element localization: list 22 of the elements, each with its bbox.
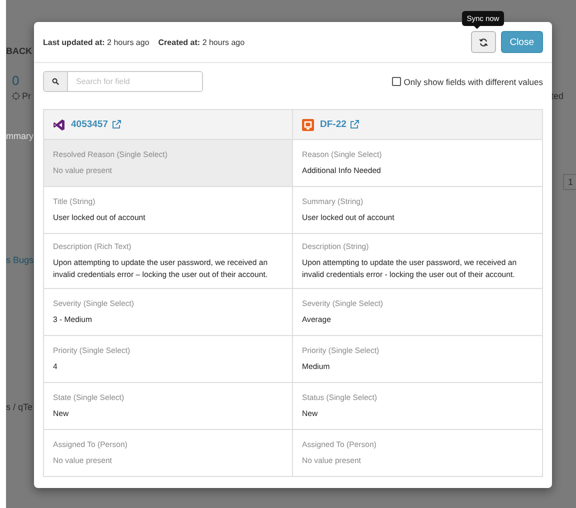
background-text: s / qTe [6, 402, 33, 412]
checkbox-label: Only show fields with different values [404, 76, 543, 86]
external-link-icon [350, 120, 360, 129]
square-logo-icon [302, 118, 314, 130]
background-text: BACK [6, 46, 32, 56]
background-text: 0 [12, 73, 20, 88]
refresh-icon [478, 38, 488, 46]
close-button[interactable]: Close [500, 31, 543, 53]
background-text: mmary [6, 131, 34, 141]
spinner-icon [12, 92, 20, 100]
background-text: s Bugs [6, 255, 34, 265]
search-icon [52, 78, 59, 85]
item-link[interactable]: DF-22 [320, 119, 360, 130]
meta-text: Last updated at: 2 hours ago [43, 38, 150, 46]
item-link[interactable]: 4053457 [71, 119, 121, 130]
sync-button[interactable] [470, 31, 496, 53]
meta-text: Created at: 2 hours ago [158, 38, 245, 46]
checkbox[interactable] [392, 77, 401, 86]
background-text: 1 [563, 174, 576, 190]
search-field[interactable]: Search for field [43, 71, 203, 92]
background-text: Pr [22, 91, 31, 101]
external-link-icon [112, 120, 121, 129]
